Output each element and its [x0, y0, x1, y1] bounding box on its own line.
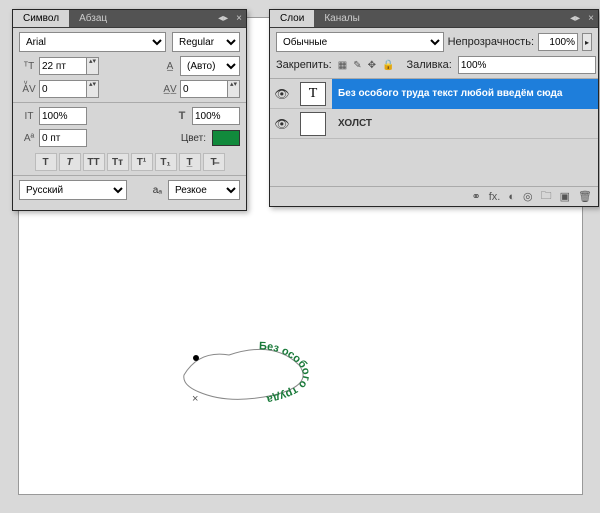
tab-character[interactable]: Символ: [13, 10, 69, 27]
leading-select[interactable]: (Авто): [180, 56, 240, 76]
character-panel: Символ Абзац ◂▸ × Arial Regular ᵀT▴▾ A̲(…: [12, 9, 247, 211]
text-on-path: Без особого труда ×: [174, 330, 324, 410]
blend-mode-select[interactable]: Обычные: [276, 32, 444, 52]
baseline-icon: Aª: [19, 129, 39, 147]
visibility-icon[interactable]: 👁: [270, 87, 294, 101]
style-subscript[interactable]: T₁: [155, 153, 177, 171]
color-swatch[interactable]: [212, 130, 240, 146]
layer-name[interactable]: ХОЛСТ: [332, 109, 598, 139]
tab-layers[interactable]: Слои: [270, 10, 314, 27]
lock-label: Закрепить:: [276, 59, 332, 71]
style-underline[interactable]: T̲: [179, 153, 201, 171]
tracking-input[interactable]: [180, 80, 228, 98]
layer-name[interactable]: Без особого труда текст любой введём сюд…: [332, 79, 598, 109]
link-icon[interactable]: ⚭: [472, 190, 481, 203]
layer-row[interactable]: 👁 ХОЛСТ: [270, 109, 598, 139]
vscale-input[interactable]: [39, 107, 87, 125]
collapse-icon[interactable]: ◂▸: [566, 13, 584, 24]
opacity-label: Непрозрачность:: [448, 36, 534, 48]
style-bold[interactable]: T: [35, 153, 57, 171]
antialias-select[interactable]: Резкое: [168, 180, 240, 200]
close-icon[interactable]: ×: [232, 13, 246, 24]
svg-text:×: ×: [192, 393, 198, 405]
folder-icon[interactable]: 🗀: [541, 187, 552, 206]
style-strike[interactable]: T̶: [203, 153, 225, 171]
new-layer-icon[interactable]: ▣: [560, 190, 570, 203]
vscale-icon: IT: [19, 107, 39, 125]
mask-icon[interactable]: ◐: [508, 191, 515, 203]
tab-paragraph[interactable]: Абзац: [69, 10, 117, 27]
fx-icon[interactable]: fx.: [489, 191, 501, 203]
layer-row[interactable]: 👁 T Без особого труда текст любой введём…: [270, 79, 598, 109]
close-icon[interactable]: ×: [584, 13, 598, 24]
kerning-input[interactable]: [39, 80, 87, 98]
layer-thumb: T: [300, 82, 326, 106]
font-size-input[interactable]: [39, 57, 87, 75]
font-size-icon: ᵀT: [19, 57, 39, 75]
language-select[interactable]: Русский: [19, 180, 127, 200]
tracking-icon: A̲V̲: [160, 80, 180, 98]
fill-input[interactable]: [458, 56, 596, 74]
kerning-icon: AͮV: [19, 80, 39, 98]
collapse-icon[interactable]: ◂▸: [214, 13, 232, 24]
style-smallcaps[interactable]: Tᴛ: [107, 153, 129, 171]
aa-label: aₐ: [153, 185, 162, 196]
adjust-icon[interactable]: ◎: [523, 190, 533, 203]
style-superscript[interactable]: T¹: [131, 153, 153, 171]
layers-panel: Слои Каналы ◂▸ × Обычные Непрозрачность:…: [269, 9, 599, 207]
trash-icon[interactable]: 🗑: [578, 190, 592, 203]
baseline-input[interactable]: [39, 129, 87, 147]
layer-thumb: [300, 112, 326, 136]
visibility-icon[interactable]: 👁: [270, 117, 294, 131]
lock-move-icon[interactable]: ✥: [368, 58, 376, 72]
lock-brush-icon[interactable]: ✎: [353, 58, 361, 72]
svg-text:Без особого труда: Без особого труда: [259, 340, 313, 405]
hscale-icon: T: [172, 107, 192, 125]
font-style-select[interactable]: Regular: [172, 32, 240, 52]
font-family-select[interactable]: Arial: [19, 32, 166, 52]
layer-list: 👁 T Без особого труда текст любой введём…: [270, 78, 598, 186]
tab-channels[interactable]: Каналы: [314, 10, 370, 27]
color-label: Цвет:: [181, 133, 206, 144]
lock-all-icon[interactable]: 🔒: [382, 58, 394, 72]
style-allcaps[interactable]: TT: [83, 153, 105, 171]
style-italic[interactable]: T: [59, 153, 81, 171]
opacity-arrow[interactable]: ▸: [582, 33, 592, 51]
leading-icon: A̲: [160, 57, 180, 75]
hscale-input[interactable]: [192, 107, 240, 125]
fill-label: Заливка:: [406, 59, 451, 71]
opacity-input[interactable]: [538, 33, 578, 51]
lock-pixels-icon[interactable]: ▦: [338, 58, 347, 72]
